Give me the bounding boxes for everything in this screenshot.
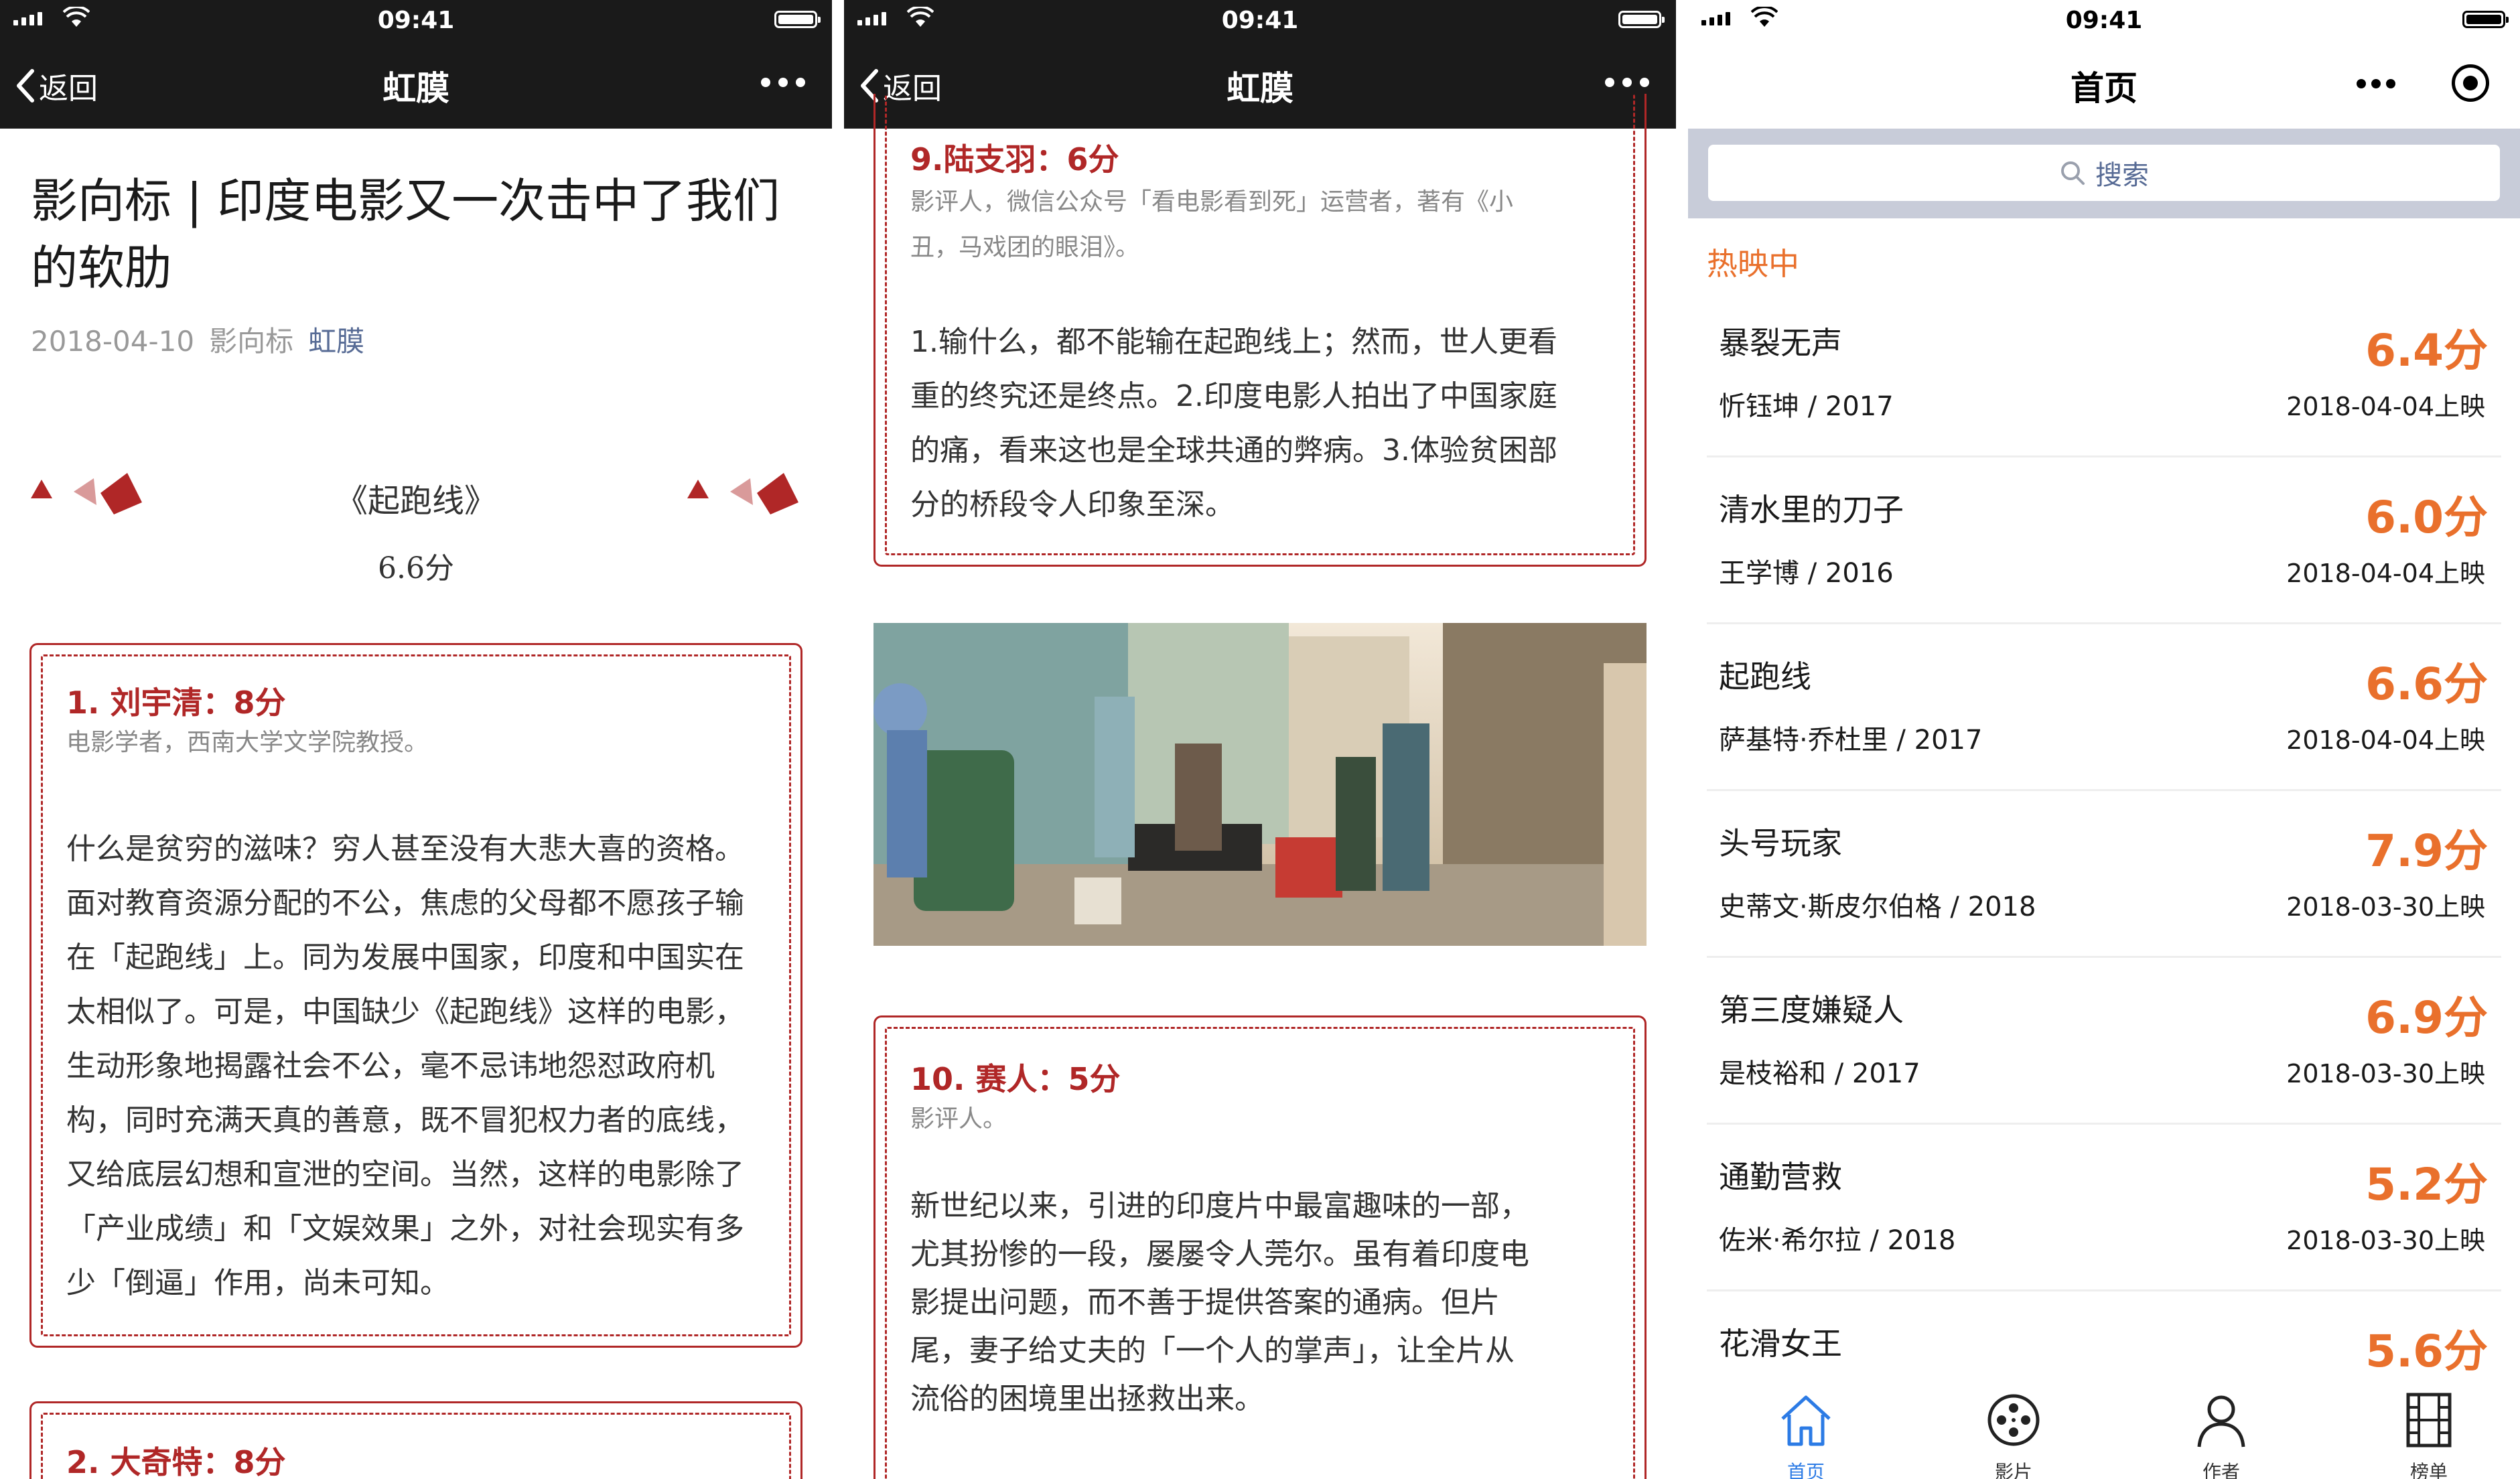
- close-target-icon[interactable]: [2452, 64, 2489, 102]
- movie-score: 6.6分: [2365, 658, 2488, 710]
- reviewer-name: 2. 大奇特：8分: [66, 1444, 286, 1479]
- movie-score: 6.9分: [2365, 992, 2488, 1044]
- status-time: 09:41: [1221, 7, 1299, 34]
- article-author-link[interactable]: 虹膜: [308, 325, 364, 358]
- movie-release-date: 2018-04-04上映: [2286, 392, 2485, 421]
- search-icon: [2061, 161, 2085, 185]
- tab-label: 榜单: [2409, 1461, 2448, 1479]
- movie-list-item[interactable]: 暴裂无声 忻钰坤 / 2017 6.4分 2018-04-04上映: [1707, 289, 2501, 457]
- movie-list-item[interactable]: 头号玩家 史蒂文·斯皮尔伯格 / 2018 7.9分 2018-03-30上映: [1707, 790, 2501, 958]
- battery-icon: [2462, 11, 2509, 28]
- article-screen-1: 09:41 返回 虹膜 影向标 | 印度电影又一次击中了我们的软肋 2018-0…: [0, 0, 832, 1479]
- movie-director-year: 忻钰坤 / 2017: [1719, 391, 1894, 422]
- article-title: 影向标 | 印度电影又一次击中了我们的软肋: [31, 173, 780, 295]
- movie-release-date: 2018-03-30上映: [2286, 1226, 2485, 1255]
- movie-score: 7.9分: [2365, 825, 2488, 877]
- more-button[interactable]: [761, 78, 805, 87]
- movie-title: 头号玩家: [1719, 825, 1842, 861]
- movie-title: 暴裂无声: [1719, 325, 1842, 361]
- tab-label: 影片: [1994, 1461, 2032, 1479]
- battery-icon: [774, 11, 821, 28]
- search-input[interactable]: 搜索: [1708, 145, 2500, 201]
- movie-list-item[interactable]: 清水里的刀子 王学博 / 2016 6.0分 2018-04-04上映: [1707, 456, 2501, 624]
- movie-release-date: 2018-04-04上映: [2286, 725, 2485, 755]
- movie-score: 5.6分: [2365, 1326, 2488, 1377]
- movie-title: 起跑线: [1719, 658, 1811, 695]
- status-time: 09:41: [377, 7, 455, 34]
- reviewer-desc: 电影学者，西南大学文学院教授。: [66, 729, 429, 756]
- review-text: 什么是贫穷的滋味？穷人甚至没有大悲大喜的资格。 面对教育资源分配的不公，焦虑的父…: [66, 832, 744, 1300]
- tab-bar: 首页 影片 作者 榜单: [1688, 1380, 2520, 1479]
- reviewer-desc: 影评人，微信公众号「看电影看到死」运营者，著有《小 丑，马戏团的眼泪》。: [910, 188, 1514, 261]
- nav-bar: 返回 虹膜: [0, 39, 832, 129]
- review-card: 10. 赛人：5分 影评人。 新世纪以来，引进的印度片中最富趣味的一部， 尤其扮…: [873, 1015, 1647, 1479]
- review-text: 1.输什么，都不能输在起跑线上；然而，世人更看 重的终究还是终点。2.印度电影人…: [910, 325, 1557, 522]
- review-text: 新世纪以来，引进的印度片中最富趣味的一部， 尤其扮惨的一段，屡屡令人莞尔。虽有着…: [910, 1189, 1529, 1416]
- article-date: 2018-04-10: [31, 325, 195, 358]
- battery-icon: [1618, 11, 1665, 28]
- more-button[interactable]: [2357, 79, 2395, 88]
- movie-director-year: 史蒂文·斯皮尔伯格 / 2018: [1719, 892, 2036, 922]
- article-column: 影向标: [209, 325, 294, 358]
- movie-title: 花滑女王: [1719, 1326, 1842, 1362]
- movie-score: 5.2分: [2365, 1159, 2488, 1210]
- film-strip-icon: [2406, 1393, 2452, 1448]
- movie-score: 6.6分: [378, 551, 454, 585]
- street-scene-illustration: [873, 623, 1647, 946]
- tab-authors[interactable]: 作者: [2154, 1380, 2288, 1479]
- search-placeholder: 搜索: [2095, 160, 2149, 191]
- movie-list-item[interactable]: 起跑线 萨基特·乔杜里 / 2017 6.6分 2018-04-04上映: [1707, 623, 2501, 791]
- tab-rankings[interactable]: 榜单: [2362, 1380, 2496, 1479]
- user-icon: [2197, 1395, 2245, 1448]
- status-bar: 09:41: [1688, 0, 2520, 39]
- movie-still-image: [873, 623, 1647, 946]
- tab-label: 作者: [2202, 1461, 2240, 1479]
- movie-director-year: 是枝裕和 / 2017: [1719, 1058, 1920, 1089]
- status-bar: 09:41: [844, 0, 1676, 39]
- movie-release-date: 2018-03-30上映: [2286, 892, 2485, 922]
- movie-title: 第三度嫌疑人: [1719, 992, 1904, 1028]
- movie-director-year: 王学博 / 2016: [1719, 558, 1894, 589]
- tab-home[interactable]: 首页: [1739, 1380, 1873, 1479]
- movie-director-year: 萨基特·乔杜里 / 2017: [1719, 725, 1983, 756]
- reviewer-desc: 影评人。: [910, 1105, 1007, 1133]
- nav-title: 虹膜: [382, 69, 449, 108]
- film-reel-icon: [1987, 1394, 2040, 1446]
- movie-director-year: 佐米·希尔拉 / 2018: [1719, 1225, 1956, 1256]
- movie-list-item[interactable]: 第三度嫌疑人 是枝裕和 / 2017 6.9分 2018-03-30上映: [1707, 957, 2501, 1125]
- section-title-now-showing: 热映中: [1707, 246, 1799, 282]
- mini-program-capsule: [2330, 52, 2504, 117]
- reviewer-name: 9.陆支羽：6分: [910, 141, 1119, 178]
- movie-name: 《起跑线》: [335, 482, 496, 520]
- status-bar: 09:41: [0, 0, 832, 39]
- movie-score: 6.4分: [2365, 325, 2488, 376]
- movie-score: 6.0分: [2365, 492, 2488, 543]
- more-button[interactable]: [1605, 78, 1649, 87]
- review-card: 1. 刘宇清：8分 电影学者，西南大学文学院教授。 什么是贫穷的滋味？穷人甚至没…: [29, 643, 802, 1348]
- movie-title: 通勤营救: [1719, 1159, 1842, 1195]
- tab-films[interactable]: 影片: [1947, 1380, 2081, 1479]
- review-card: 9.陆支羽：6分 影评人，微信公众号「看电影看到死」运营者，著有《小 丑，马戏团…: [873, 94, 1647, 567]
- movie-release-date: 2018-03-30上映: [2286, 1059, 2485, 1088]
- movie-list-item[interactable]: 通勤营救 佐米·希尔拉 / 2018 5.2分 2018-03-30上映: [1707, 1123, 2501, 1291]
- reviewer-name: 1. 刘宇清：8分: [66, 685, 286, 721]
- home-screen: 09:41 首页 搜索 热映中 暴裂无声 忻钰坤 / 2017 6.4分 201…: [1688, 0, 2520, 1479]
- reviewer-name: 10. 赛人：5分: [910, 1061, 1121, 1097]
- movie-release-date: 2018-04-04上映: [2286, 559, 2485, 588]
- status-time: 09:41: [2065, 7, 2143, 34]
- search-bar: 搜索: [1688, 129, 2520, 218]
- article-screen-2: 09:41 返回 虹膜 9.陆支羽：6分 影评人，微信公众号「看电影看到死」运营…: [844, 0, 1676, 1479]
- movie-title: 清水里的刀子: [1719, 492, 1904, 528]
- nav-bar: 首页: [1688, 39, 2520, 129]
- tab-label: 首页: [1787, 1461, 1825, 1479]
- article-meta: 2018-04-10 影向标 虹膜: [31, 319, 379, 360]
- review-card: 2. 大奇特：8分: [29, 1401, 802, 1479]
- home-icon: [1781, 1395, 1831, 1446]
